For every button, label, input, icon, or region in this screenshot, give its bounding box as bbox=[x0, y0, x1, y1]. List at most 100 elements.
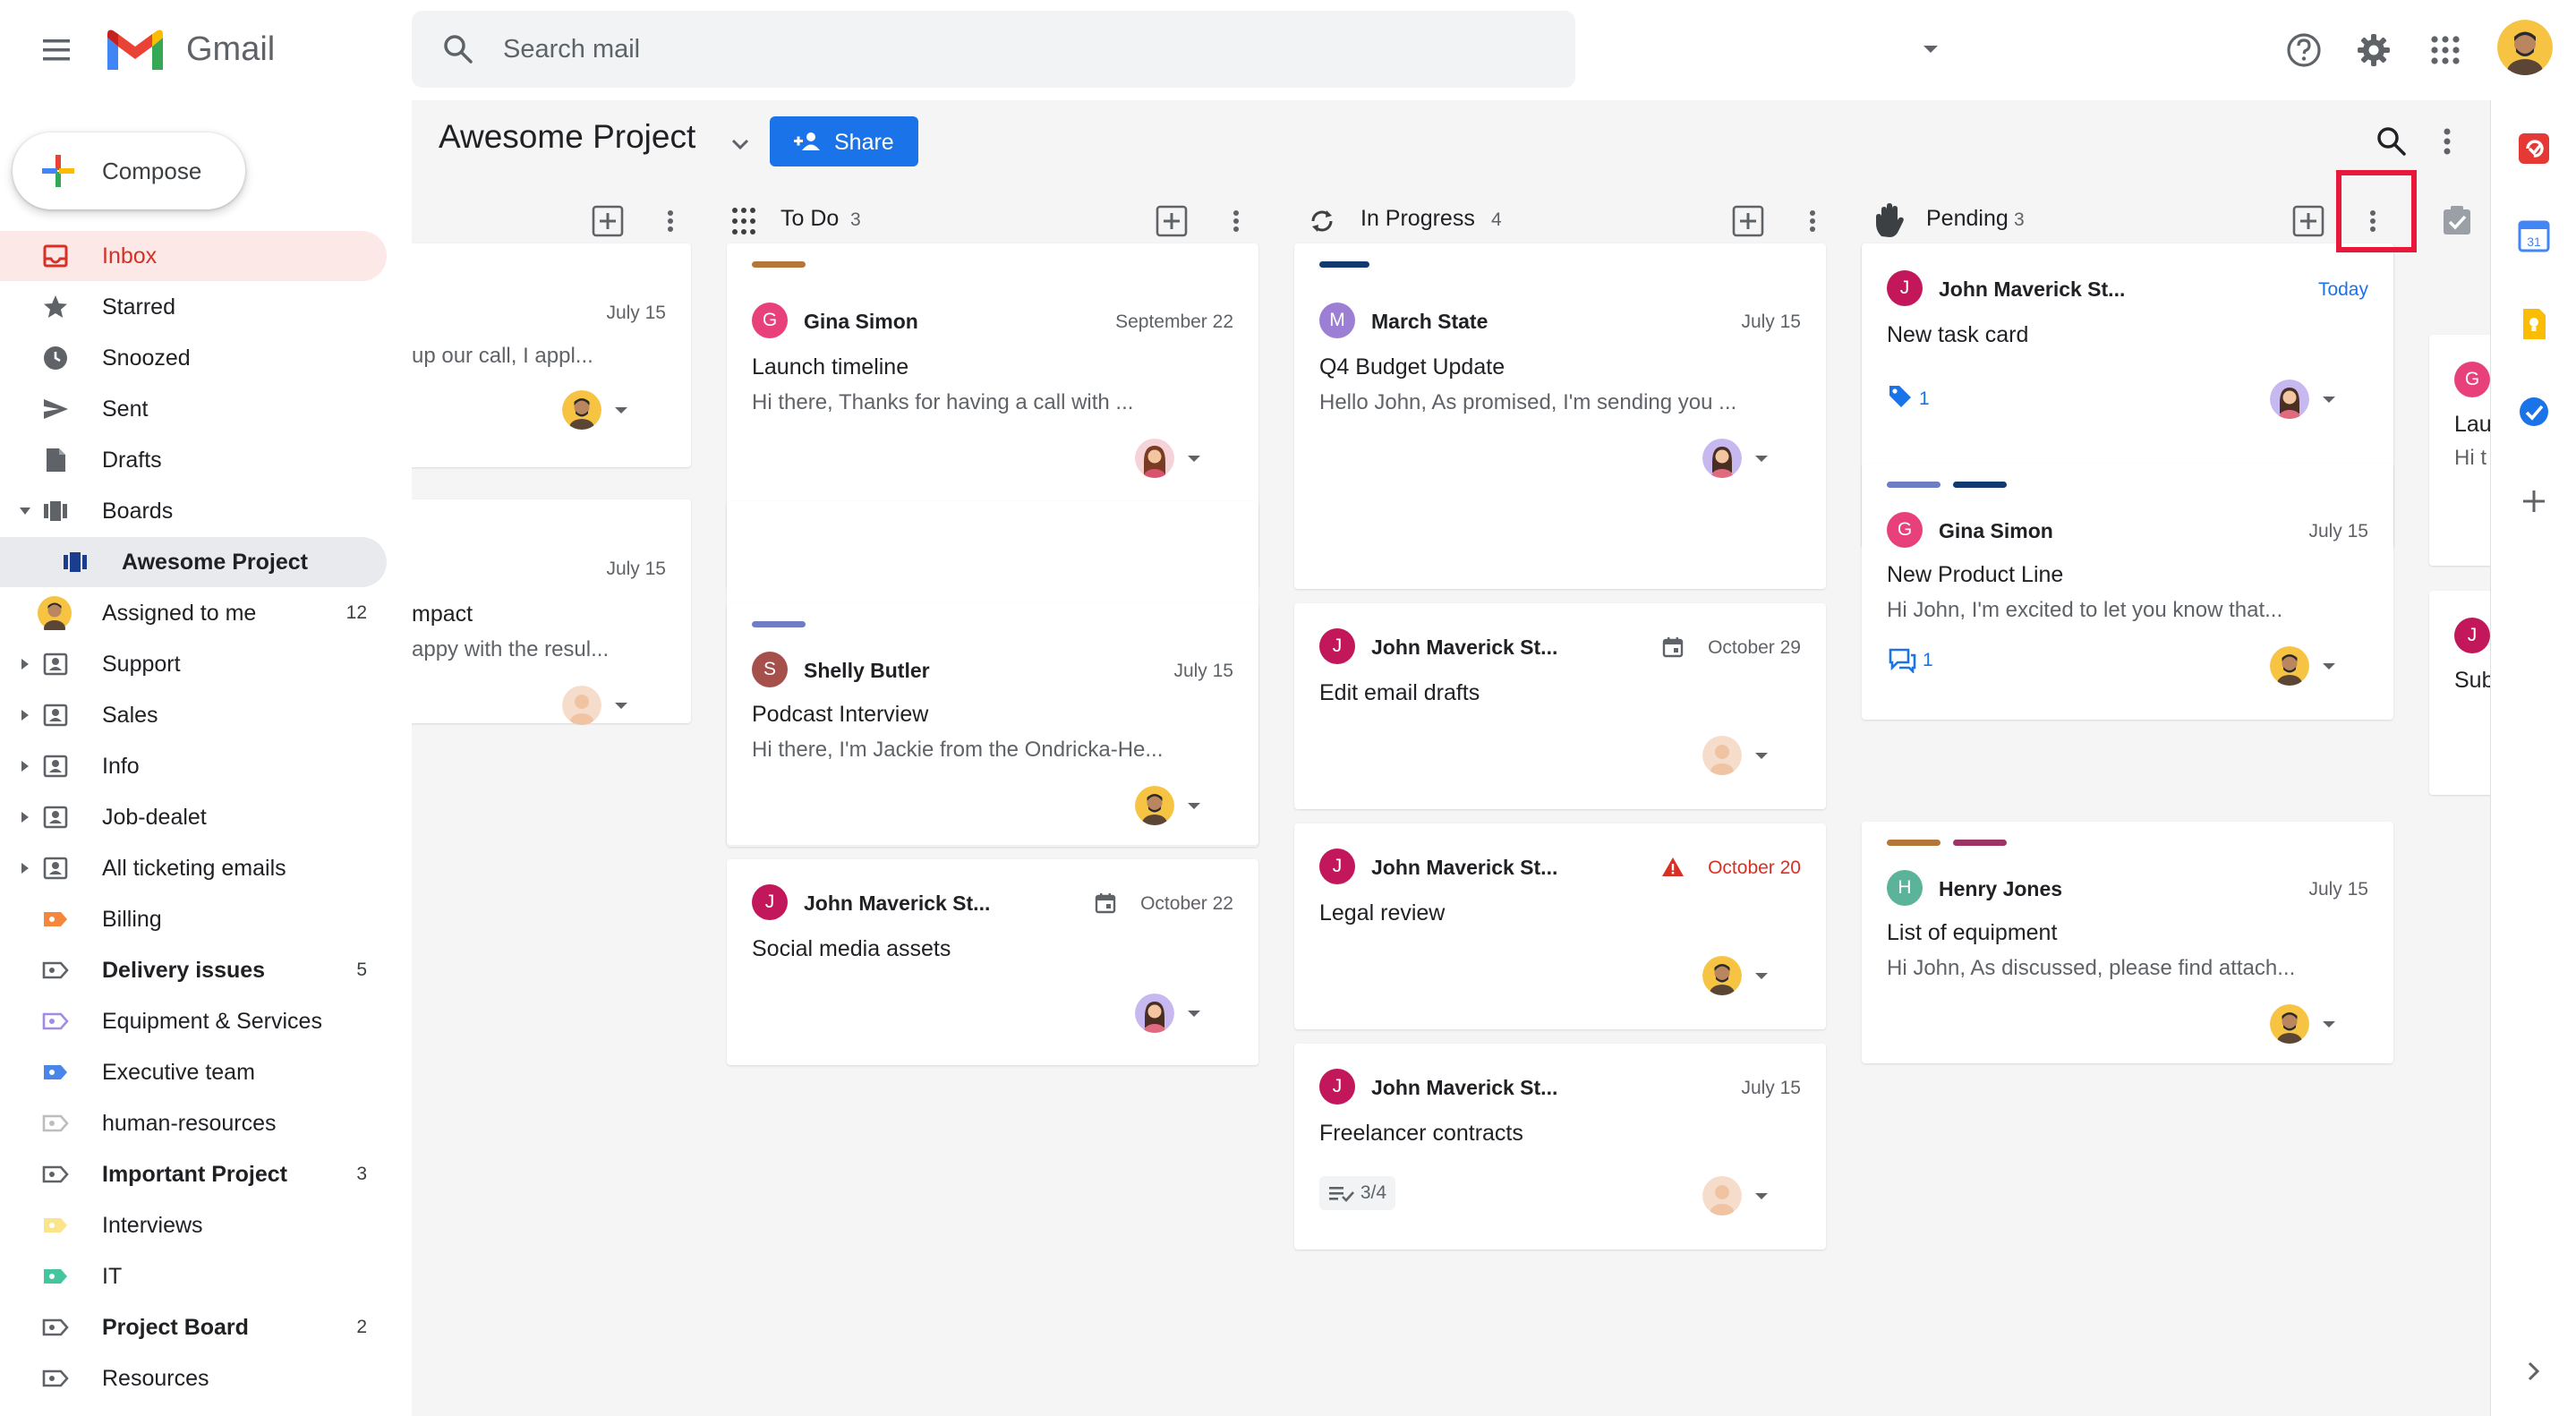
board-card[interactable]: S Shelly Butler July 15 Podcast Intervie… bbox=[727, 603, 1258, 845]
collapse-arrow-icon[interactable] bbox=[18, 504, 32, 518]
assignee-dropdown-icon[interactable] bbox=[1751, 745, 1772, 766]
nav-item-billing[interactable]: Billing bbox=[0, 894, 387, 944]
keep-addon-icon[interactable] bbox=[2516, 306, 2552, 342]
nav-item-project-board[interactable]: Project Board 2 bbox=[0, 1302, 387, 1352]
calendar-addon-icon[interactable]: 31 bbox=[2516, 218, 2552, 254]
sidebar: Compose Inbox Starred Snoozed Sent Draft… bbox=[0, 100, 412, 1416]
board-menu-chevron-down-icon[interactable] bbox=[727, 131, 754, 158]
board-more-options-icon[interactable] bbox=[2427, 122, 2467, 161]
assignee-dropdown-icon[interactable] bbox=[2318, 1013, 2340, 1035]
assignee-avatar[interactable] bbox=[1135, 439, 1174, 478]
add-card-icon[interactable] bbox=[591, 204, 625, 238]
search-icon[interactable] bbox=[439, 30, 478, 69]
expand-arrow-icon[interactable] bbox=[18, 810, 32, 824]
nav-item-job-dealet[interactable]: Job-dealet bbox=[0, 792, 387, 842]
assignee-avatar[interactable] bbox=[1702, 736, 1742, 775]
nav-item-sent[interactable]: Sent bbox=[0, 384, 387, 434]
assignee-avatar[interactable] bbox=[2270, 646, 2309, 686]
assignee-avatar[interactable] bbox=[1702, 439, 1742, 478]
board-card[interactable]: J John Maverick St... October 29 Edit em… bbox=[1294, 603, 1826, 809]
search-input[interactable] bbox=[503, 11, 1398, 88]
label-icon bbox=[41, 1160, 70, 1189]
assignee-avatar[interactable] bbox=[562, 390, 601, 430]
gmail-logo-icon[interactable] bbox=[104, 27, 166, 73]
share-button[interactable]: Share bbox=[770, 116, 918, 166]
assignee-avatar[interactable] bbox=[1702, 1176, 1742, 1216]
assignee-avatar[interactable] bbox=[2270, 380, 2309, 419]
tasks-addon-icon[interactable] bbox=[2516, 131, 2552, 166]
nav-item-inbox[interactable]: Inbox bbox=[0, 231, 387, 281]
compose-button[interactable]: Compose bbox=[13, 132, 245, 209]
column-more-icon[interactable] bbox=[653, 204, 687, 238]
assignee-dropdown-icon[interactable] bbox=[2318, 388, 2340, 410]
board-card[interactable]: July 15 mpact appy with the resul... bbox=[412, 499, 691, 725]
assignee-dropdown-icon[interactable] bbox=[2318, 655, 2340, 677]
checklist-progress[interactable]: 3/4 bbox=[1319, 1176, 1396, 1210]
label-stripe bbox=[1887, 840, 1941, 846]
board-card[interactable]: J John Maverick St... July 15 Freelancer… bbox=[1294, 1044, 1826, 1250]
expand-arrow-icon[interactable] bbox=[18, 759, 32, 773]
expand-arrow-icon[interactable] bbox=[18, 861, 32, 875]
add-card-icon[interactable] bbox=[1731, 204, 1765, 238]
nav-item-equipment-services[interactable]: Equipment & Services bbox=[0, 996, 387, 1046]
nav-item-executive-team[interactable]: Executive team bbox=[0, 1047, 387, 1097]
assignee-dropdown-icon[interactable] bbox=[610, 399, 632, 421]
nav-item-sales[interactable]: Sales bbox=[0, 690, 387, 740]
assignee-avatar[interactable] bbox=[562, 686, 601, 725]
account-avatar[interactable] bbox=[2497, 20, 2553, 75]
assignee-avatar[interactable] bbox=[2270, 1004, 2309, 1044]
nav-item-human-resources[interactable]: human-resources bbox=[0, 1098, 387, 1148]
expand-panel-chevron-icon[interactable] bbox=[2516, 1353, 2552, 1389]
expand-arrow-icon[interactable] bbox=[18, 708, 32, 722]
tasks-check-addon-icon[interactable] bbox=[2516, 394, 2552, 430]
search-options-icon[interactable] bbox=[1917, 36, 1944, 63]
card-snippet: Hi John, I'm excited to let you know tha… bbox=[1887, 598, 2283, 622]
add-card-icon[interactable] bbox=[1155, 204, 1189, 238]
nav-item-boards[interactable]: Boards bbox=[0, 486, 387, 536]
nav-item-info[interactable]: Info bbox=[0, 741, 387, 791]
column-more-icon[interactable] bbox=[1219, 204, 1253, 238]
assignee-avatar[interactable] bbox=[1135, 994, 1174, 1033]
board-card[interactable]: H Henry Jones July 15 List of equipment … bbox=[1862, 822, 2393, 1063]
board-search-icon[interactable] bbox=[2372, 122, 2411, 161]
nav-item-snoozed[interactable]: Snoozed bbox=[0, 333, 387, 383]
nav-item-delivery-issues[interactable]: Delivery issues 5 bbox=[0, 945, 387, 995]
help-icon[interactable] bbox=[2281, 27, 2327, 73]
board-card[interactable]: J John Maverick St... October 20 Legal r… bbox=[1294, 823, 1826, 1029]
assignee-dropdown-icon[interactable] bbox=[1751, 1185, 1772, 1207]
column-more-icon[interactable] bbox=[1796, 204, 1830, 238]
assignee-avatar[interactable] bbox=[1135, 786, 1174, 825]
apps-grid-icon[interactable] bbox=[2422, 27, 2469, 73]
assignee-dropdown-icon[interactable] bbox=[1751, 965, 1772, 986]
nav-label: Equipment & Services bbox=[102, 1009, 322, 1034]
board-card[interactable]: M March State July 15 Q4 Budget Update H… bbox=[1294, 243, 1826, 589]
board-card[interactable]: G Lau Hi t bbox=[2429, 335, 2490, 566]
nav-item-support[interactable]: Support bbox=[0, 639, 387, 689]
board-card[interactable]: J John Maverick St... October 22 Social … bbox=[727, 859, 1258, 1065]
assignee-dropdown-icon[interactable] bbox=[610, 695, 632, 716]
board-card[interactable]: J Sub bbox=[2429, 591, 2490, 795]
nav-item-awesome-project[interactable]: Awesome Project bbox=[0, 537, 387, 587]
board-card[interactable]: July 15 up our call, I appl... bbox=[412, 243, 691, 467]
add-card-icon[interactable] bbox=[2291, 204, 2325, 238]
add-people-icon bbox=[794, 132, 820, 150]
nav-item-drafts[interactable]: Drafts bbox=[0, 435, 387, 485]
nav-item-assigned-to-me[interactable]: Assigned to me 12 bbox=[0, 588, 387, 638]
assignee-dropdown-icon[interactable] bbox=[1183, 448, 1205, 469]
expand-arrow-icon[interactable] bbox=[18, 657, 32, 671]
nav-item-it[interactable]: IT bbox=[0, 1251, 387, 1301]
nav-item-interviews[interactable]: Interviews bbox=[0, 1200, 387, 1250]
assignee-avatar[interactable] bbox=[1702, 956, 1742, 995]
settings-gear-icon[interactable] bbox=[2350, 27, 2397, 73]
main-menu-icon[interactable] bbox=[34, 29, 79, 72]
nav-item-resources[interactable]: Resources bbox=[0, 1353, 387, 1403]
assignee-dropdown-icon[interactable] bbox=[1183, 795, 1205, 816]
assignee-dropdown-icon[interactable] bbox=[1183, 1002, 1205, 1024]
nav-item-important-project[interactable]: Important Project 3 bbox=[0, 1149, 387, 1199]
nav-item-all-ticketing-emails[interactable]: All ticketing emails bbox=[0, 843, 387, 893]
nav-item-starred[interactable]: Starred bbox=[0, 282, 387, 332]
drag-handle-grid-icon[interactable] bbox=[727, 204, 761, 238]
assignee-dropdown-icon[interactable] bbox=[1751, 448, 1772, 469]
add-addon-plus-icon[interactable] bbox=[2516, 483, 2552, 519]
board-card[interactable]: G Gina Simon July 15 New Product Line Hi… bbox=[1862, 464, 2393, 720]
